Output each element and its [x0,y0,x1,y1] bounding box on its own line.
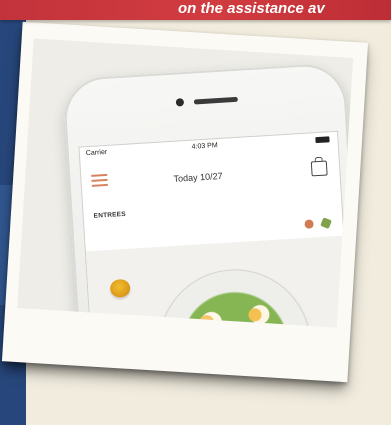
status-carrier: Carrier [85,148,108,158]
photo-image-area: Carrier 4:03 PM Today 10/27 ENTREES [17,38,354,328]
status-time: 4:03 PM [191,142,218,151]
diet-icons [300,214,332,234]
diet-icon [303,219,314,229]
phone-screen: Carrier 4:03 PM Today 10/27 ENTREES [78,130,354,328]
polaroid-photo: Carrier 4:03 PM Today 10/27 ENTREES [1,21,369,383]
shopping-bag-icon[interactable] [310,160,328,177]
phone-camera [175,98,185,107]
section-label: ENTREES [93,210,126,220]
status-bar: Carrier 4:03 PM [79,132,337,162]
phone-speaker [193,96,238,105]
menu-icon[interactable] [91,173,108,187]
diet-icon [320,217,332,229]
battery-icon [315,136,330,144]
banner-text: on the assistance av [178,0,325,17]
phone-mockup: Carrier 4:03 PM Today 10/27 ENTREES [62,62,354,328]
date-title: Today 10/27 [173,170,223,184]
top-banner: on the assistance av [0,0,391,20]
